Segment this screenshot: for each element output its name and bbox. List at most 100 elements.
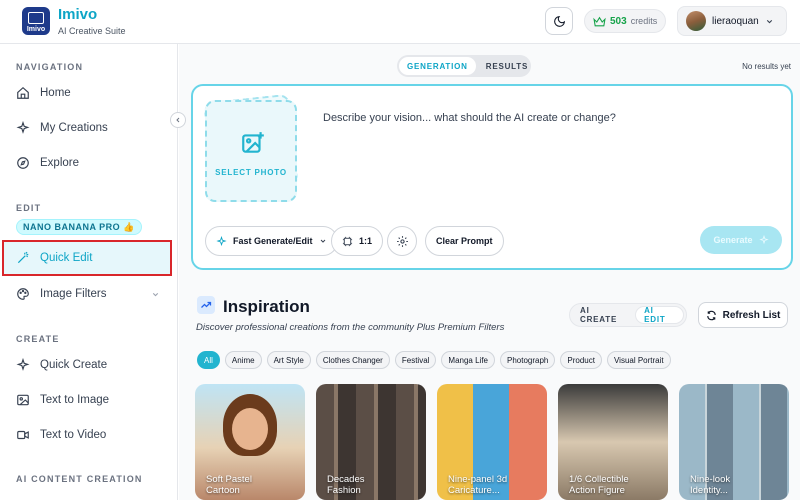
sidebar-item-quick-create[interactable]: Quick Create xyxy=(0,350,170,380)
credits-display[interactable]: 503 credits xyxy=(584,9,666,33)
sidebar-item-home[interactable]: Home xyxy=(0,78,170,108)
section-label-create: CREATE xyxy=(16,334,60,344)
section-label-ai-content: AI CONTENT CREATION xyxy=(16,474,143,484)
trending-icon xyxy=(197,296,215,314)
credits-value: 503 xyxy=(610,15,627,27)
crown-icon xyxy=(593,16,606,26)
inspiration-cards: Soft Pastel Cartoon Decades Fashion Nine-p… xyxy=(195,384,789,500)
logo-text: Imivo xyxy=(26,26,46,33)
sparkle-icon xyxy=(16,358,30,371)
gear-icon xyxy=(396,235,408,247)
view-tabs: GENERATION RESULTS xyxy=(397,55,531,77)
inspiration-card[interactable]: Decades Fashion xyxy=(316,384,426,500)
card-caption: Nine-look Identity... xyxy=(690,474,731,496)
inspiration-card[interactable]: Nine-look Identity... xyxy=(679,384,789,500)
frame-icon xyxy=(342,236,353,246)
inspiration-subtitle: Discover professional creations from the… xyxy=(196,322,505,333)
card-caption: Decades Fashion xyxy=(327,474,365,496)
card-caption: Soft Pastel Cartoon xyxy=(206,474,252,496)
sidebar-item-text-to-image[interactable]: Text to Image xyxy=(0,385,170,415)
chip-clothes-changer[interactable]: Clothes Changer xyxy=(315,351,390,369)
app-subtitle: AI Creative Suite xyxy=(58,26,126,36)
nano-banana-badge: NANO BANANA PRO 👍 xyxy=(16,219,142,235)
select-photo-button[interactable]: SELECT PHOTO xyxy=(205,100,297,202)
sparkle-icon xyxy=(16,121,30,134)
select-photo-label: SELECT PHOTO xyxy=(215,168,287,177)
sidebar-item-label: Home xyxy=(40,87,71,99)
chip-product[interactable]: Product xyxy=(560,351,602,369)
app-logo[interactable]: Imivo xyxy=(22,7,50,35)
sidebar-item-image-filters[interactable]: Image Filters xyxy=(0,279,170,309)
chevron-down-icon xyxy=(320,239,325,243)
settings-button[interactable] xyxy=(387,226,417,256)
sidebar: NAVIGATION Home My Creations Explore EDI… xyxy=(0,44,178,500)
chevron-down-icon xyxy=(152,292,159,296)
moon-icon xyxy=(553,15,565,27)
add-image-icon xyxy=(242,132,264,153)
generate-label: Generate xyxy=(713,235,753,245)
sidebar-item-text-to-video[interactable]: Text to Video xyxy=(0,420,170,450)
sidebar-item-label: My Creations xyxy=(40,122,108,134)
sparkle-icon xyxy=(758,235,769,245)
mode-select-label: Fast Generate/Edit xyxy=(233,236,313,246)
theme-toggle-button[interactable] xyxy=(545,7,573,35)
logo-image-icon xyxy=(28,12,44,24)
sidebar-item-label: Explore xyxy=(40,157,79,169)
clear-prompt-button[interactable]: Clear Prompt xyxy=(425,226,504,256)
user-menu-button[interactable]: lieraoquan xyxy=(677,6,787,36)
chip-all[interactable]: All xyxy=(197,351,220,369)
image-icon xyxy=(17,394,29,406)
sidebar-item-label: Quick Edit xyxy=(40,252,93,264)
chevron-left-icon xyxy=(176,117,180,123)
refresh-icon xyxy=(706,310,716,320)
chip-festival[interactable]: Festival xyxy=(394,351,437,369)
inspiration-title: Inspiration xyxy=(223,297,310,316)
compass-icon xyxy=(17,157,29,169)
chip-photograph[interactable]: Photograph xyxy=(500,351,556,369)
mode-select-button[interactable]: Fast Generate/Edit xyxy=(205,226,338,256)
generation-panel: SELECT PHOTO Describe your vision... wha… xyxy=(191,84,793,270)
tab-results[interactable]: RESULTS xyxy=(478,57,536,75)
card-illustration xyxy=(232,408,268,450)
main-content: GENERATION RESULTS No results yet SELECT… xyxy=(179,44,800,500)
prompt-input[interactable]: Describe your vision... what should the … xyxy=(323,112,616,124)
inspiration-card[interactable]: Nine-panel 3d Caricature... xyxy=(437,384,547,500)
chip-visual-portrait[interactable]: Visual Portrait xyxy=(606,351,671,369)
sidebar-item-my-creations[interactable]: My Creations xyxy=(0,113,170,143)
generate-button[interactable]: Generate xyxy=(700,226,782,254)
top-header: Imivo Imivo AI Creative Suite 503 credit… xyxy=(0,0,800,44)
chip-manga-life[interactable]: Manga Life xyxy=(441,351,496,369)
card-caption: 1/6 Collectible Action Figure xyxy=(569,474,629,496)
chevron-down-icon xyxy=(766,19,772,23)
username: lieraoquan xyxy=(712,15,759,27)
category-chips: All Anime Art Style Clothes Changer Fest… xyxy=(197,351,671,369)
sidebar-item-explore[interactable]: Explore xyxy=(0,148,170,178)
sidebar-item-label: Quick Create xyxy=(40,359,108,371)
sidebar-collapse-button[interactable] xyxy=(170,112,186,128)
section-label-navigation: NAVIGATION xyxy=(16,62,84,72)
tab-generation[interactable]: GENERATION xyxy=(399,57,476,75)
ai-mode-toggle: AI CREATE AI EDIT xyxy=(569,303,687,327)
refresh-list-button[interactable]: Refresh List xyxy=(698,302,788,328)
aspect-ratio-label: 1:1 xyxy=(359,236,373,246)
avatar xyxy=(686,11,706,31)
home-icon xyxy=(17,86,29,99)
mode-ai-edit[interactable]: AI EDIT xyxy=(635,306,684,324)
sidebar-item-label: Image Filters xyxy=(40,288,107,300)
credits-label: credits xyxy=(630,16,658,26)
sidebar-item-label: Text to Image xyxy=(40,394,110,406)
magic-wand-icon xyxy=(17,251,29,264)
sidebar-item-quick-edit[interactable]: Quick Edit xyxy=(2,240,172,276)
palette-icon xyxy=(17,288,29,300)
inspiration-card[interactable]: Soft Pastel Cartoon xyxy=(195,384,305,500)
aspect-ratio-button[interactable]: 1:1 xyxy=(331,226,384,256)
video-icon xyxy=(17,430,29,440)
chip-anime[interactable]: Anime xyxy=(224,351,262,369)
card-caption: Nine-panel 3d Caricature... xyxy=(448,474,508,496)
app-name: Imivo xyxy=(58,6,98,23)
chip-art-style[interactable]: Art Style xyxy=(266,351,311,369)
inspiration-card[interactable]: 1/6 Collectible Action Figure xyxy=(558,384,668,500)
section-label-edit: EDIT xyxy=(16,203,42,213)
mode-ai-create[interactable]: AI CREATE xyxy=(572,306,633,324)
sidebar-item-label: Text to Video xyxy=(40,429,107,441)
